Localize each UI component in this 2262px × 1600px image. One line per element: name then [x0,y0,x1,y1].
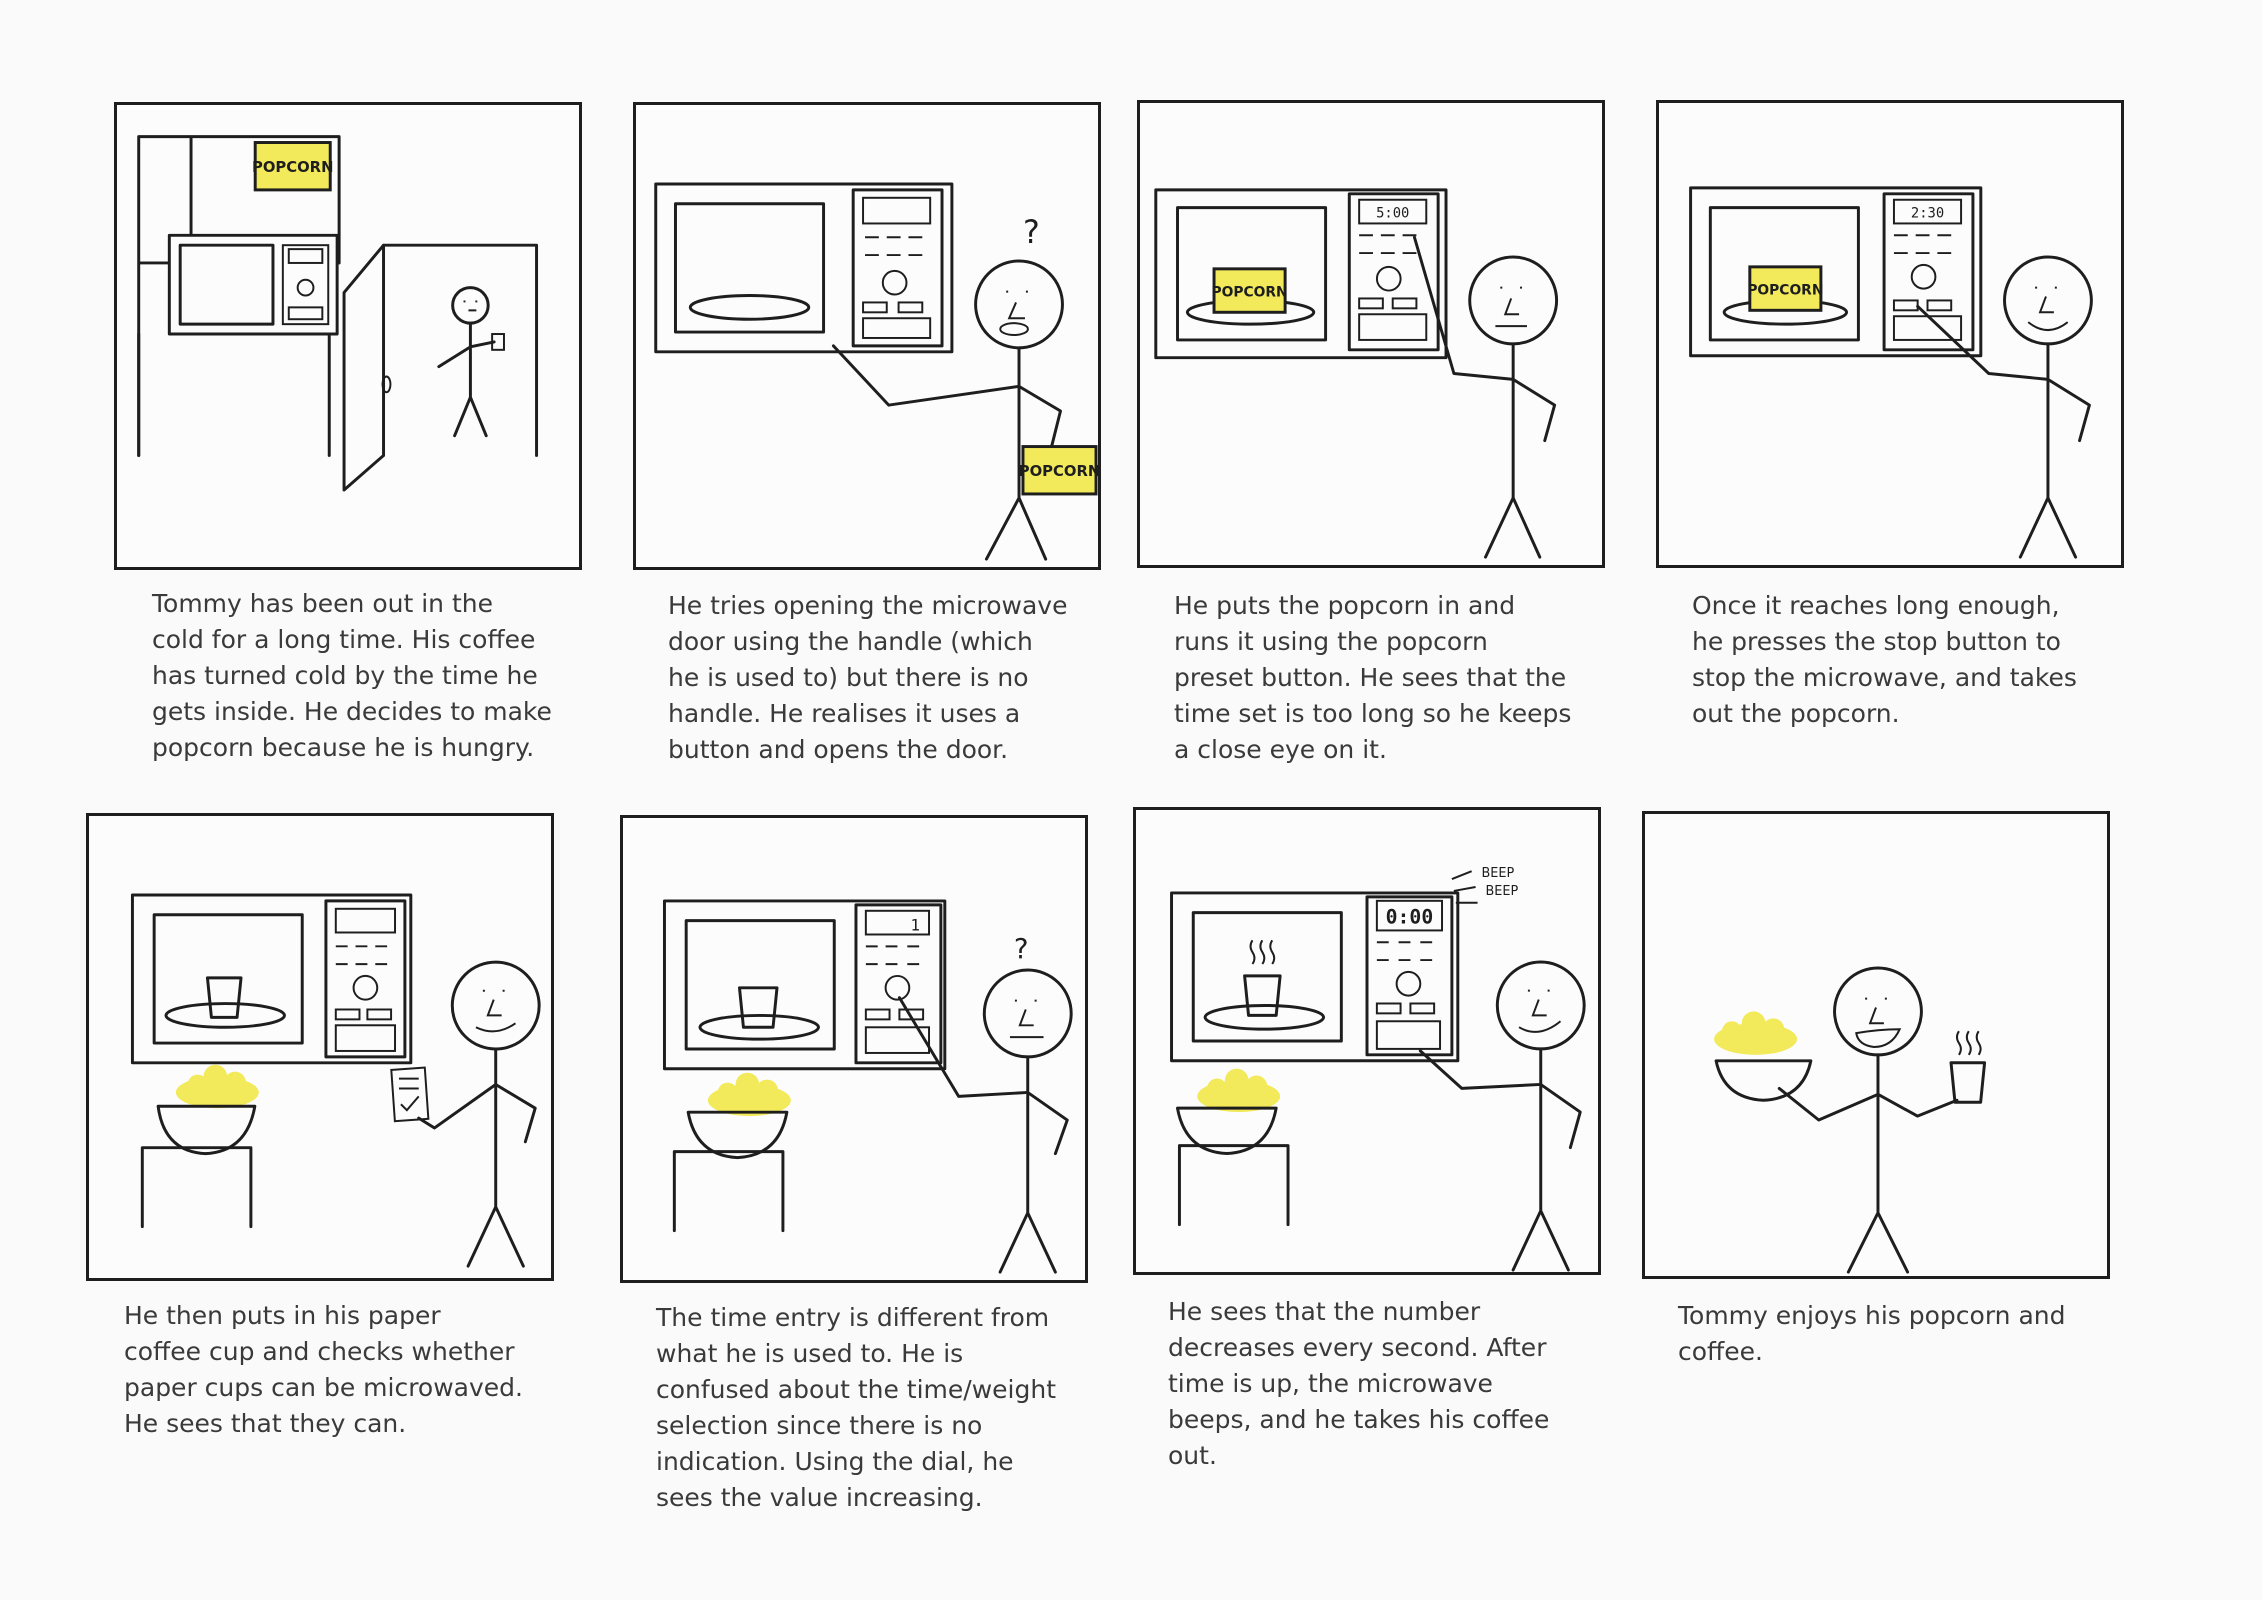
popcorn-box-icon: POPCORN [252,141,333,192]
panel-7: 0:00 BEEP BEEP [1133,807,1601,1275]
svg-text:POPCORN: POPCORN [1019,463,1098,480]
caption-panel-2: He tries opening the microwave door usin… [668,591,1068,764]
microwave-display: 2:30 [1911,206,1944,222]
panel-8-drawing [1714,966,1987,1274]
panel-3-drawing: POPCORN 5:00 [1154,188,1559,559]
panel-3: POPCORN 5:00 [1137,100,1605,568]
stickman-icon [437,286,505,438]
panel-2: ? POPCORN [633,102,1101,570]
caption-panel-3: He puts the popcorn in and runs it using… [1174,591,1572,764]
microwave-display: 0:00 [1386,906,1434,929]
panel-1: POPCORN [114,102,582,570]
panel-2-drawing: ? POPCORN [654,182,1098,561]
coffee-cup-icon [1949,1030,1987,1104]
stickman-icon [417,960,541,1268]
microwave-icon: POPCORN 2:30 [1689,186,1983,358]
caption-panel-4: Once it reaches long enough, he presses … [1692,591,2077,728]
panel-6-drawing: 1 ? [662,899,1073,1274]
caption-panel-1: Tommy has been out in the cold for a lon… [152,589,552,762]
popcorn-bowl-icon [1175,1068,1281,1156]
caption-panel-7: He sees that the number decreases every … [1168,1297,1550,1470]
popcorn-bowl-icon [686,1072,791,1160]
popcorn-box-icon: POPCORN [1019,445,1098,496]
svg-text:POPCORN: POPCORN [1212,284,1288,300]
panel-5 [86,813,554,1281]
note-card-icon [390,1066,430,1123]
beep-text: BEEP [1482,866,1515,881]
panel-6: 1 ? [620,815,1088,1283]
question-mark: ? [1014,932,1029,965]
svg-text:POPCORN: POPCORN [252,159,333,176]
panel-8 [1642,811,2110,1279]
microwave-icon: 1 [662,899,947,1071]
beep-text: BEEP [1485,884,1518,899]
panel-1-drawing: POPCORN [137,135,539,492]
panel-4: POPCORN 2:30 [1656,100,2124,568]
stickman-icon [1777,966,1959,1274]
panel-7-drawing: 0:00 BEEP BEEP [1170,866,1586,1272]
question-mark: ? [1023,215,1040,251]
svg-text:POPCORN: POPCORN [1747,283,1823,299]
microwave-display: 1 [910,916,920,935]
caption-panel-8: Tommy enjoys his popcorn and coffee. [1678,1301,2066,1366]
microwave-display: 5:00 [1376,206,1409,222]
microwave-icon [167,233,339,336]
panel-5-drawing [130,893,541,1268]
panel-4-drawing: POPCORN 2:30 [1689,186,2093,559]
microwave-icon: 0:00 [1170,891,1460,1063]
popcorn-bowl-icon [1714,1011,1813,1102]
caption-panel-5: He then puts in his paper coffee cup and… [124,1301,523,1438]
microwave-icon: POPCORN 5:00 [1154,188,1448,360]
caption-panel-6: The time entry is different from what he… [656,1303,1056,1512]
microwave-icon [654,182,954,354]
microwave-icon [130,893,413,1065]
popcorn-bowl-icon [156,1064,259,1156]
